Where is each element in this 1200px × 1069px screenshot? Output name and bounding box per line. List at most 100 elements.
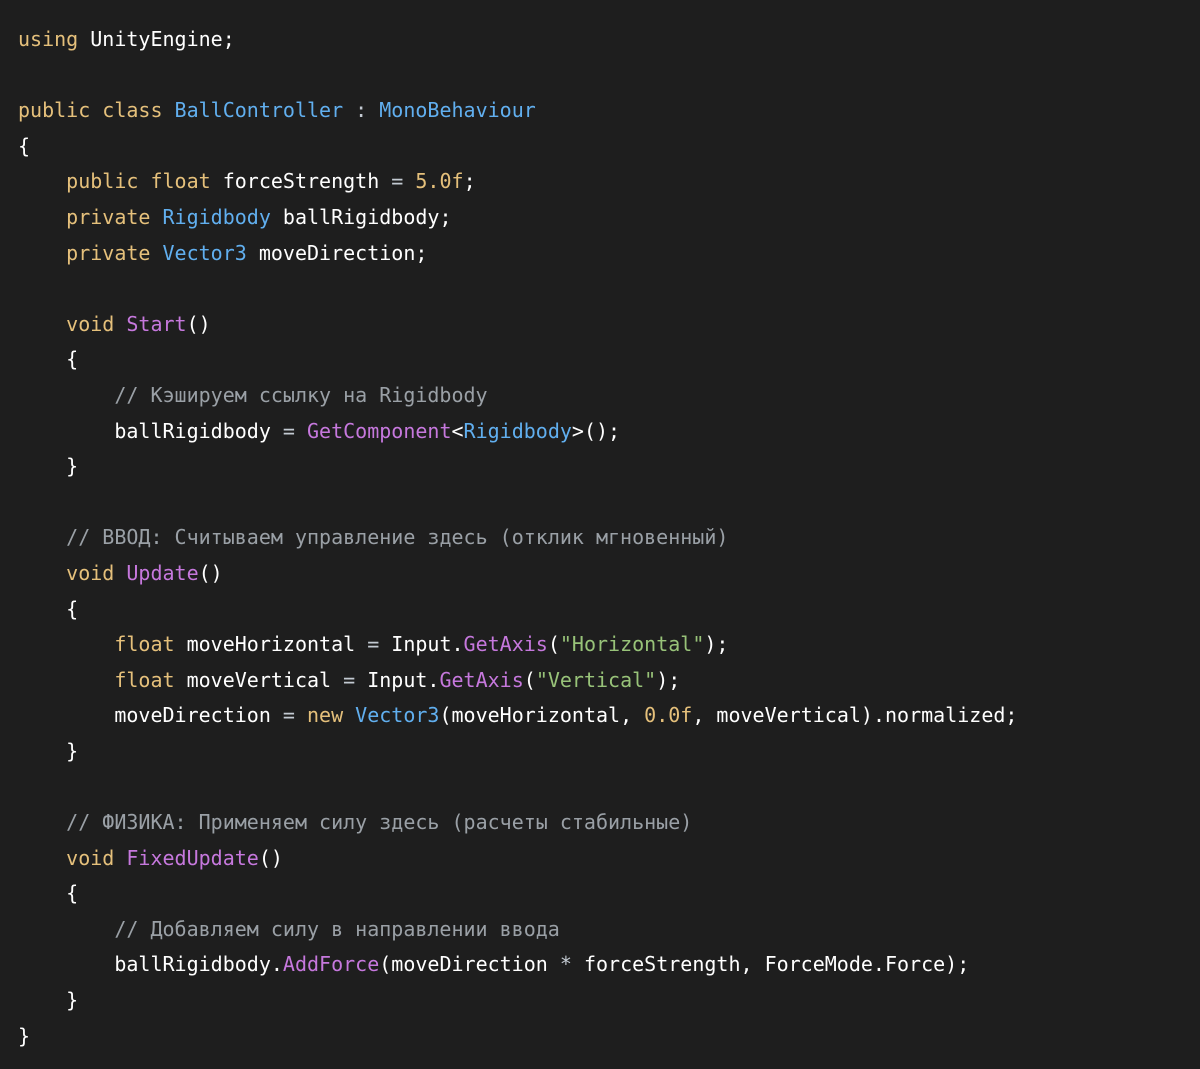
code-token: ballRigidbody. <box>18 952 283 977</box>
code-token: void <box>66 560 115 585</box>
code-token: forceStrength <box>210 169 392 194</box>
code-token: : <box>355 98 368 123</box>
code-line: // Кэшируем ссылку на Rigidbody <box>0 378 1200 414</box>
code-token: ; <box>463 169 476 194</box>
code-token: { <box>18 347 79 372</box>
code-line: { <box>0 876 1200 912</box>
code-token: >(); <box>571 418 621 443</box>
code-token: // ФИЗИКА: Применяем силу здесь (расчеты… <box>66 810 693 835</box>
code-token: 5.0f <box>415 169 464 194</box>
code-token: { <box>18 133 31 158</box>
code-token: private <box>66 240 151 265</box>
code-token: ); <box>704 632 729 657</box>
code-token: using <box>18 27 79 51</box>
code-token: Vector3 <box>355 703 440 728</box>
code-token: Update <box>126 560 199 585</box>
code-line: private Rigidbody ballRigidbody; <box>0 200 1200 236</box>
code-line: void Update() <box>0 556 1200 592</box>
code-token: * <box>559 952 572 977</box>
code-token: private <box>66 204 151 229</box>
code-token: = <box>282 703 295 728</box>
code-token: ( <box>523 667 536 692</box>
code-token: Rigidbody <box>463 418 572 443</box>
code-token: void <box>66 311 115 336</box>
code-line: // ФИЗИКА: Применяем силу здесь (расчеты… <box>0 805 1200 841</box>
code-line: public class BallController : MonoBehavi… <box>0 93 1200 129</box>
code-token: AddForce <box>282 952 380 977</box>
code-line: float moveVertical = Input.GetAxis("Vert… <box>0 663 1200 699</box>
code-token: GetAxis <box>463 632 548 657</box>
code-line: { <box>0 592 1200 628</box>
code-token: Input. <box>379 632 464 657</box>
code-token: moveDirection; <box>246 240 428 265</box>
code-line: } <box>0 1019 1200 1055</box>
code-token: < <box>451 418 464 443</box>
code-token: FixedUpdate <box>126 845 259 870</box>
code-token: moveHorizontal <box>174 632 368 657</box>
code-line: ballRigidbody = GetComponent<Rigidbody>(… <box>0 414 1200 450</box>
code-token: "Horizontal" <box>559 632 705 657</box>
code-line: } <box>0 449 1200 485</box>
code-token: Vector3 <box>162 240 247 265</box>
code-token: (moveDirection <box>379 952 560 977</box>
code-token: ballRigidbody; <box>270 204 452 229</box>
code-line: // ВВОД: Считываем управление здесь (отк… <box>0 520 1200 556</box>
code-line: void FixedUpdate() <box>0 841 1200 877</box>
code-token: new <box>307 703 344 728</box>
code-token: } <box>18 988 79 1013</box>
code-editor: using UnityEngine; public class BallCont… <box>0 0 1200 1069</box>
code-line: public float forceStrength = 5.0f; <box>0 164 1200 200</box>
code-token: float <box>114 667 175 692</box>
code-token: () <box>198 560 223 585</box>
code-token: BallController <box>174 98 344 123</box>
code-line: float moveHorizontal = Input.GetAxis("Ho… <box>0 627 1200 663</box>
code-token: { <box>18 596 79 621</box>
code-line: moveDirection = new Vector3(moveHorizont… <box>0 698 1200 734</box>
code-token: // Добавляем силу в направлении ввода <box>114 916 560 941</box>
code-token: Start <box>126 311 187 336</box>
code-line: private Vector3 moveDirection; <box>0 236 1200 272</box>
code-token: Rigidbody <box>162 204 271 229</box>
code-token: UnityEngine; <box>78 27 235 51</box>
code-token: forceStrength, ForceMode.Force); <box>571 952 970 977</box>
code-token: = <box>343 667 356 692</box>
code-line: } <box>0 734 1200 770</box>
code-token: public class <box>18 98 163 123</box>
code-token: } <box>18 738 79 763</box>
code-token: } <box>18 1023 31 1048</box>
code-token: ballRigidbody <box>18 418 283 443</box>
code-token: (moveHorizontal, <box>439 703 645 728</box>
code-line: void Start() <box>0 307 1200 343</box>
code-token: = <box>391 169 404 194</box>
code-token: () <box>258 845 283 870</box>
code-token: = <box>367 632 380 657</box>
code-token: ); <box>656 667 681 692</box>
code-token: () <box>186 311 211 336</box>
code-token: ( <box>547 632 560 657</box>
code-token: void <box>66 845 115 870</box>
code-token: moveDirection <box>18 703 283 728</box>
code-token: = <box>282 418 295 443</box>
